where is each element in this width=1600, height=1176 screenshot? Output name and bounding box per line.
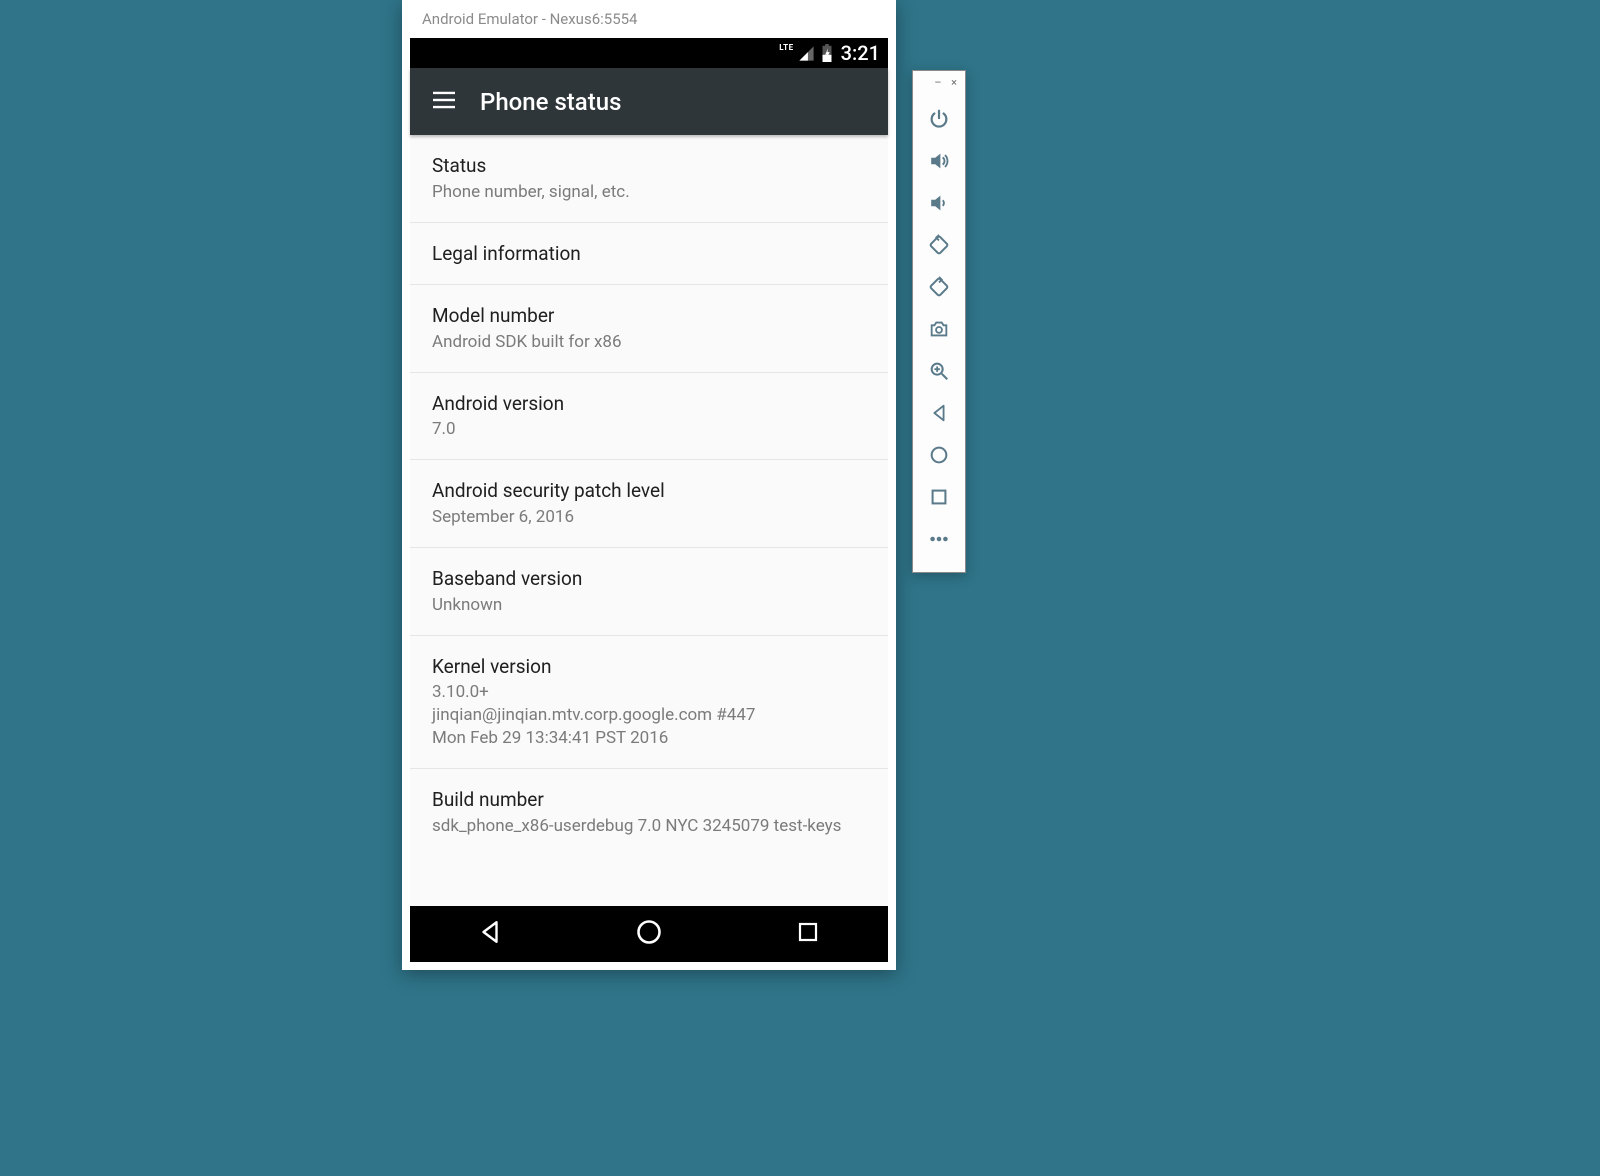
statusbar-time: 3:21 [841, 41, 880, 65]
back-icon [928, 402, 950, 428]
toolbar-back-button[interactable] [913, 394, 965, 436]
toolbar-screenshot-button[interactable] [913, 310, 965, 352]
toolbar-minimize-button[interactable]: – [933, 78, 943, 88]
setting-title: Model number [432, 303, 866, 329]
toolbar-volume-up-button[interactable] [913, 142, 965, 184]
setting-item-model[interactable]: Model number Android SDK built for x86 [410, 285, 888, 373]
overview-square-icon [796, 920, 820, 948]
window-title: Android Emulator - Nexus6:5554 [422, 10, 637, 28]
menu-button[interactable] [422, 80, 466, 124]
camera-icon [928, 318, 950, 344]
toolbar-head: – × [913, 71, 965, 92]
nav-home-button[interactable] [621, 906, 677, 962]
setting-item-security-patch[interactable]: Android security patch level September 6… [410, 460, 888, 548]
setting-title: Status [432, 153, 866, 179]
phone-screen: LTE 3:21 Phone status Status Phone numbe… [410, 38, 888, 962]
setting-item-kernel[interactable]: Kernel version 3.10.0+ jinqian@jinqian.m… [410, 636, 888, 769]
setting-title: Build number [432, 787, 866, 813]
setting-sub: Android SDK built for x86 [432, 331, 866, 354]
setting-sub: 7.0 [432, 418, 866, 441]
setting-item-legal[interactable]: Legal information [410, 223, 888, 286]
setting-sub: sdk_phone_x86-userdebug 7.0 NYC 3245079 … [432, 815, 866, 838]
home-circle-icon [635, 918, 663, 950]
setting-sub: Unknown [432, 594, 866, 617]
nav-overview-button[interactable] [780, 906, 836, 962]
android-statusbar: LTE 3:21 [410, 38, 888, 68]
setting-title: Baseband version [432, 566, 866, 592]
setting-item-build[interactable]: Build number sdk_phone_x86-userdebug 7.0… [410, 769, 888, 856]
page-title: Phone status [480, 88, 621, 116]
setting-sub: Phone number, signal, etc. [432, 181, 866, 204]
toolbar-body [913, 92, 965, 572]
setting-title: Legal information [432, 241, 866, 267]
home-icon [928, 444, 950, 470]
battery-icon [821, 44, 833, 62]
setting-title: Android security patch level [432, 478, 866, 504]
toolbar-home-button[interactable] [913, 436, 965, 478]
toolbar-volume-down-button[interactable] [913, 184, 965, 226]
emulator-titlebar: Android Emulator - Nexus6:5554 [402, 0, 896, 38]
emulator-toolbar: – × [912, 70, 966, 573]
volume-down-icon [928, 192, 950, 218]
overview-icon [928, 486, 950, 512]
setting-title: Kernel version [432, 654, 866, 680]
toolbar-close-button[interactable]: × [949, 78, 959, 88]
setting-sub: 3.10.0+ jinqian@jinqian.mtv.corp.google.… [432, 681, 866, 750]
setting-item-status[interactable]: Status Phone number, signal, etc. [410, 135, 888, 223]
setting-item-android-version[interactable]: Android version 7.0 [410, 373, 888, 461]
power-icon [928, 108, 950, 134]
android-navbar [410, 906, 888, 962]
toolbar-power-button[interactable] [913, 100, 965, 142]
toolbar-rotate-right-button[interactable] [913, 268, 965, 310]
toolbar-zoom-button[interactable] [913, 352, 965, 394]
rotate-left-icon [928, 234, 950, 260]
setting-sub: September 6, 2016 [432, 506, 866, 529]
toolbar-more-button[interactable] [913, 520, 965, 562]
back-triangle-icon [477, 919, 503, 949]
appbar: Phone status [410, 68, 888, 135]
rotate-right-icon [928, 276, 950, 302]
emulator-window: Android Emulator - Nexus6:5554 LTE 3:21 … [402, 0, 896, 970]
setting-item-baseband[interactable]: Baseband version Unknown [410, 548, 888, 636]
hamburger-icon [433, 91, 455, 113]
toolbar-rotate-left-button[interactable] [913, 226, 965, 268]
nav-back-button[interactable] [462, 906, 518, 962]
volume-up-icon [928, 150, 950, 176]
toolbar-overview-button[interactable] [913, 478, 965, 520]
setting-title: Android version [432, 391, 866, 417]
signal-icon [798, 45, 815, 62]
settings-list[interactable]: Status Phone number, signal, etc. Legal … [410, 135, 888, 906]
network-label: LTE [779, 43, 793, 52]
more-icon [928, 528, 950, 554]
zoom-icon [928, 360, 950, 386]
